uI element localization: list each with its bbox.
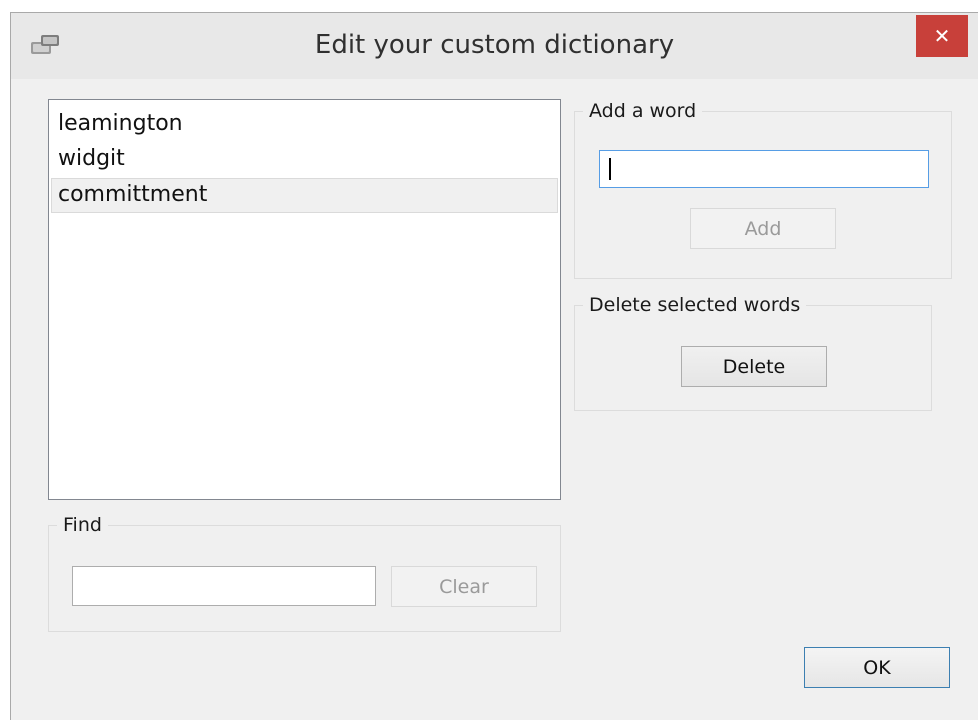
find-group: Find Clear	[48, 514, 561, 632]
text-caret	[609, 158, 611, 180]
delete-words-group: Delete selected words Delete	[574, 294, 932, 411]
delete-button[interactable]: Delete	[681, 346, 827, 387]
word-list[interactable]: leamington widgit committment	[48, 99, 561, 500]
clear-button[interactable]: Clear	[391, 566, 537, 607]
find-input[interactable]	[72, 566, 376, 606]
find-label: Find	[57, 514, 108, 536]
dialog-window: Edit your custom dictionary ✕ leamington…	[10, 12, 978, 720]
add-word-label: Add a word	[583, 100, 703, 122]
list-item[interactable]: widgit	[51, 143, 558, 178]
delete-words-label: Delete selected words	[583, 294, 807, 316]
add-word-group: Add a word Add	[574, 100, 952, 279]
close-button[interactable]: ✕	[916, 15, 968, 57]
close-icon: ✕	[933, 24, 951, 48]
window-title: Edit your custom dictionary	[314, 30, 675, 60]
list-item[interactable]: leamington	[51, 108, 558, 143]
title-bar[interactable]: Edit your custom dictionary ✕	[11, 13, 978, 79]
ok-button[interactable]: OK	[804, 647, 950, 688]
add-button[interactable]: Add	[690, 208, 836, 249]
list-item-selected[interactable]: committment	[51, 178, 558, 213]
add-word-input[interactable]	[599, 150, 929, 188]
